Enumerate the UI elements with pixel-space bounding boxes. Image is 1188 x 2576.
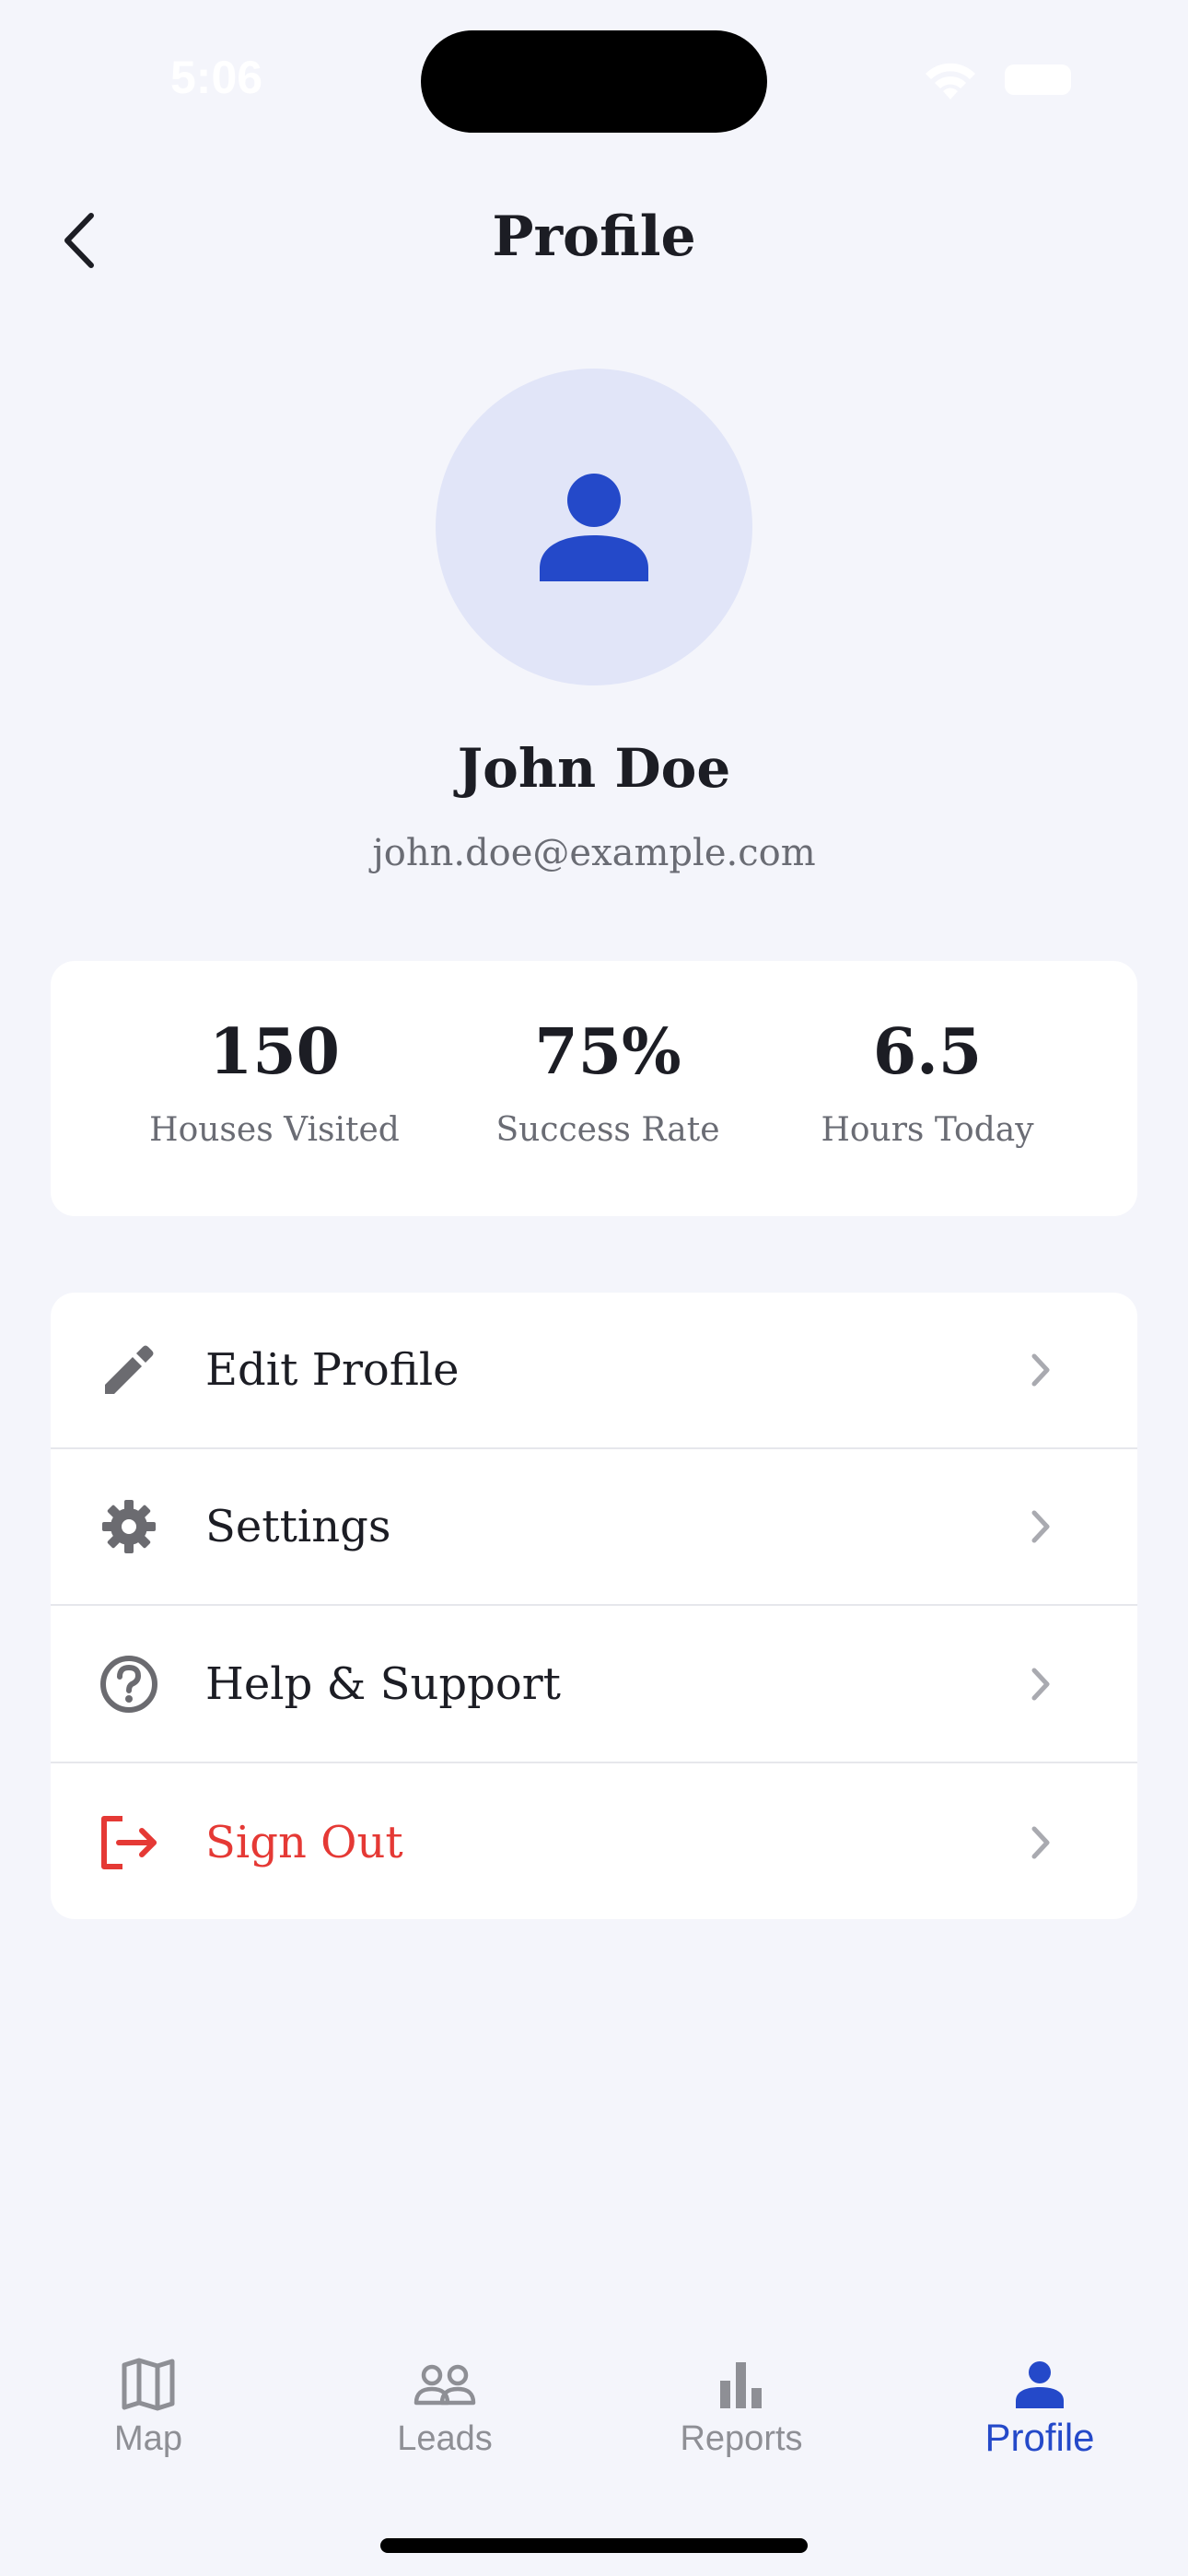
people-icon	[408, 2348, 482, 2421]
stat-label: Success Rate	[495, 1110, 720, 1149]
help-circle-icon	[97, 1652, 161, 1716]
user-name: John Doe	[457, 737, 731, 800]
bar-chart-icon	[705, 2348, 778, 2421]
stat-value: 6.5	[872, 1015, 983, 1089]
dynamic-island	[421, 30, 767, 133]
tab-label: Reports	[680, 2419, 803, 2458]
menu-item-sign-out[interactable]: Sign Out	[51, 1764, 1137, 1919]
sign-out-icon	[97, 1810, 161, 1875]
chevron-right-icon	[1022, 1661, 1059, 1707]
tab-label: Map	[114, 2419, 182, 2458]
user-email: john.doe@example.com	[372, 832, 816, 874]
stats-card: 150 Houses Visited 75% Success Rate 6.5 …	[51, 961, 1137, 1216]
menu-item-settings[interactable]: Settings	[51, 1449, 1137, 1606]
tab-label: Profile	[984, 2416, 1095, 2459]
avatar[interactable]	[436, 369, 752, 685]
stat-label: Hours Today	[821, 1110, 1034, 1149]
menu-item-label: Settings	[205, 1501, 391, 1552]
stat-value: 150	[209, 1015, 340, 1089]
stat-hours-today: 6.5 Hours Today	[771, 1018, 1084, 1149]
menu-item-help-support[interactable]: Help & Support	[51, 1607, 1137, 1763]
menu-item-label: Edit Profile	[205, 1344, 460, 1396]
menu-card: Edit Profile Settings Help & Support Sig…	[51, 1293, 1137, 1919]
chevron-right-icon	[1022, 1347, 1059, 1393]
tab-map[interactable]: Map	[0, 2322, 297, 2506]
menu-item-edit-profile[interactable]: Edit Profile	[51, 1293, 1137, 1449]
tab-reports[interactable]: Reports	[593, 2322, 890, 2506]
stat-success-rate: 75% Success Rate	[451, 1018, 764, 1149]
menu-item-label: Help & Support	[205, 1658, 561, 1710]
home-indicator	[380, 2538, 808, 2553]
stat-label: Houses Visited	[149, 1110, 400, 1149]
person-icon	[540, 474, 648, 581]
status-time: 5:06	[170, 52, 263, 103]
chevron-right-icon	[1022, 1820, 1059, 1866]
person-icon	[1003, 2348, 1077, 2421]
profile-screen: 5:06 Profile John Doe john.doe@example.c…	[0, 0, 1188, 2576]
battery-icon	[1005, 64, 1071, 95]
menu-item-label: Sign Out	[205, 1817, 403, 1868]
tab-profile[interactable]: Profile	[891, 2322, 1188, 2506]
map-icon	[111, 2348, 185, 2421]
gear-icon	[97, 1494, 161, 1559]
tab-label: Leads	[397, 2419, 493, 2458]
stat-houses-visited: 150 Houses Visited	[118, 1018, 431, 1149]
wifi-icon	[926, 63, 975, 100]
tab-leads[interactable]: Leads	[297, 2322, 593, 2506]
page-title: Profile	[492, 205, 696, 269]
pencil-icon	[97, 1338, 161, 1402]
chevron-right-icon	[1022, 1504, 1059, 1550]
stat-value: 75%	[534, 1015, 681, 1089]
